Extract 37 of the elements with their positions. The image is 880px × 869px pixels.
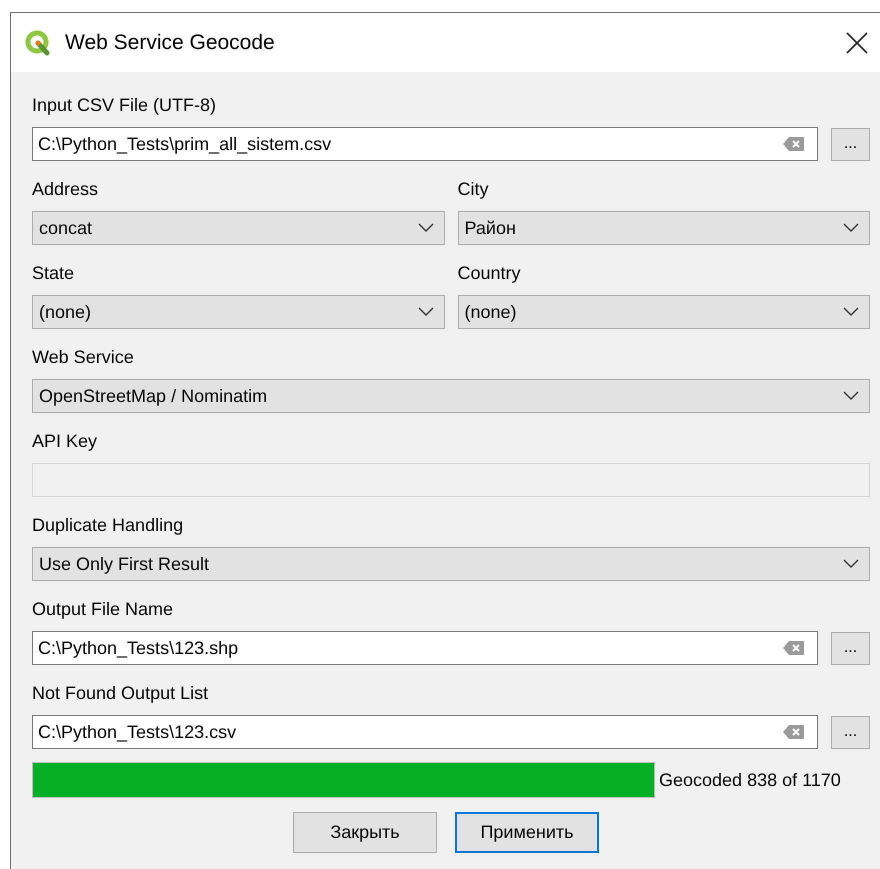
chevron-down-icon [418,307,434,317]
clear-icon[interactable] [783,136,805,152]
browse-button[interactable]: ... [831,128,870,160]
field-label: Output File Name [32,598,174,621]
dropdown[interactable]: Район [458,211,870,245]
clear-icon[interactable] [783,640,805,656]
field-label: API Key [32,430,98,453]
dialog-button[interactable]: Применить [455,812,599,853]
file-path-field[interactable]: C:\Python_Tests\prim_all_sistem.csv [32,127,818,161]
field-label: City [458,178,490,201]
field-label: Duplicate Handling [32,514,184,537]
chevron-down-icon [843,223,859,233]
app-logo-icon [25,30,51,56]
chevron-down-icon [418,223,434,233]
clear-icon[interactable] [783,724,805,740]
field-label: Not Found Output List [32,682,210,705]
field-label: Address [32,178,100,201]
file-path-field[interactable]: C:\Python_Tests\123.shp [32,631,818,665]
chevron-down-icon [843,559,859,569]
browse-button[interactable]: ... [831,632,870,664]
chevron-down-icon [843,307,859,317]
field-label: Country [458,262,522,285]
file-path-field[interactable]: C:\Python_Tests\123.csv [32,715,818,749]
dropdown[interactable]: (none) [32,295,444,329]
dialog-button[interactable]: Закрыть [293,812,437,853]
dropdown[interactable]: (none) [458,295,870,329]
window-title: Web Service Geocode [65,30,276,54]
field-label: State [32,262,76,285]
dropdown[interactable]: OpenStreetMap / Nominatim [32,379,870,413]
browse-button[interactable]: ... [831,716,870,748]
field-label: Web Service [32,346,135,369]
close-icon[interactable] [846,32,868,54]
field-label: Input CSV File (UTF-8) [32,94,218,117]
dropdown[interactable]: concat [32,211,444,245]
progress-text: Geocoded 838 of 1170 [659,770,841,790]
dropdown[interactable]: Use Only First Result [32,547,870,581]
chevron-down-icon [843,391,859,401]
